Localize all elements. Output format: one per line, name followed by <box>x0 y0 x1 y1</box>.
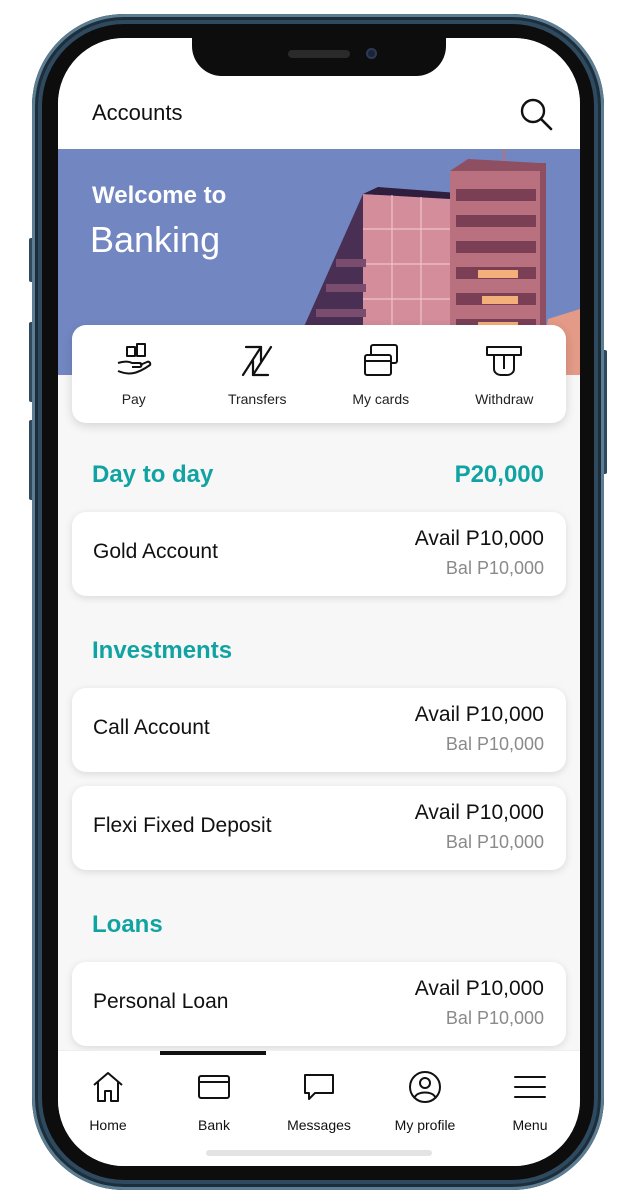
account-balance: Bal P10,000 <box>445 558 544 578</box>
tab-label: My profile <box>394 1117 456 1133</box>
tab-label: Menu <box>512 1117 548 1133</box>
quick-action-label: My cards <box>352 391 410 407</box>
account-name: Flexi Fixed Deposit <box>93 814 272 837</box>
tab-bank[interactable]: Bank <box>164 1069 264 1133</box>
quick-action-my-cards[interactable]: My cards <box>319 325 443 423</box>
account-card-call[interactable]: Call Account Avail P10,000 Bal P10,000 <box>72 688 566 772</box>
chat-bubble-icon <box>304 1074 334 1100</box>
app-screen: Accounts Welcome to Banking Pay Transfer… <box>58 38 580 1166</box>
account-card-gold[interactable]: Gold Account Avail P10,000 Bal P10,000 <box>72 512 566 596</box>
search-icon[interactable] <box>518 96 554 132</box>
account-balance: Bal P10,000 <box>445 832 544 852</box>
tab-my-profile[interactable]: My profile <box>375 1069 475 1133</box>
tab-home[interactable]: Home <box>58 1069 158 1133</box>
section-title-day-to-day: Day to day <box>92 461 214 488</box>
tab-selected-indicator <box>160 1051 266 1055</box>
account-card-flexi-fixed-deposit[interactable]: Flexi Fixed Deposit Avail P10,000 Bal P1… <box>72 786 566 870</box>
home-indicator[interactable] <box>206 1150 432 1156</box>
welcome-heading: Welcome to <box>92 182 227 209</box>
cash-withdraw-icon <box>486 346 523 376</box>
front-camera <box>366 48 377 59</box>
section-title-loans: Loans <box>92 911 163 938</box>
tab-menu[interactable]: Menu <box>480 1069 580 1133</box>
quick-action-pay[interactable]: Pay <box>72 325 196 423</box>
account-available: Avail P10,000 <box>414 801 544 824</box>
account-name: Personal Loan <box>93 990 229 1013</box>
bottom-tab-bar: Home Bank Messages My profile Menu <box>58 1050 580 1166</box>
phone-notch <box>192 38 446 76</box>
page-title: Accounts <box>92 100 183 125</box>
welcome-brand: Banking <box>90 219 221 260</box>
account-balance: Bal P10,000 <box>445 1008 544 1028</box>
account-available: Avail P10,000 <box>414 527 544 550</box>
bank-card-icon <box>198 1075 230 1099</box>
cards-icon <box>363 344 398 376</box>
hand-coins-icon <box>117 343 151 375</box>
speaker-grille <box>288 50 350 58</box>
tab-label: Messages <box>287 1117 351 1133</box>
transfer-arrows-icon <box>242 345 273 377</box>
quick-action-label: Withdraw <box>475 391 534 407</box>
quick-action-label: Transfers <box>227 391 287 407</box>
account-name: Gold Account <box>93 540 218 563</box>
account-balance: Bal P10,000 <box>445 734 544 754</box>
account-available: Avail P10,000 <box>414 977 544 1000</box>
hamburger-menu-icon <box>514 1076 546 1098</box>
section-total-day-to-day: P20,000 <box>454 461 544 488</box>
tab-label: Bank <box>198 1117 230 1133</box>
quick-action-label: Pay <box>121 391 146 407</box>
account-card-personal-loan[interactable]: Personal Loan Avail P10,000 Bal P10,000 <box>72 962 566 1046</box>
account-available: Avail P10,000 <box>414 703 544 726</box>
section-title-investments: Investments <box>92 637 233 664</box>
user-circle-icon <box>409 1071 441 1103</box>
tab-messages[interactable]: Messages <box>269 1069 369 1133</box>
quick-action-transfers[interactable]: Transfers <box>196 325 320 423</box>
tab-label: Home <box>89 1117 127 1133</box>
account-name: Call Account <box>93 716 210 739</box>
quick-action-withdraw[interactable]: Withdraw <box>443 325 567 423</box>
home-icon <box>93 1072 123 1102</box>
quick-actions-card: Pay Transfers My cards Withdraw <box>72 325 566 423</box>
